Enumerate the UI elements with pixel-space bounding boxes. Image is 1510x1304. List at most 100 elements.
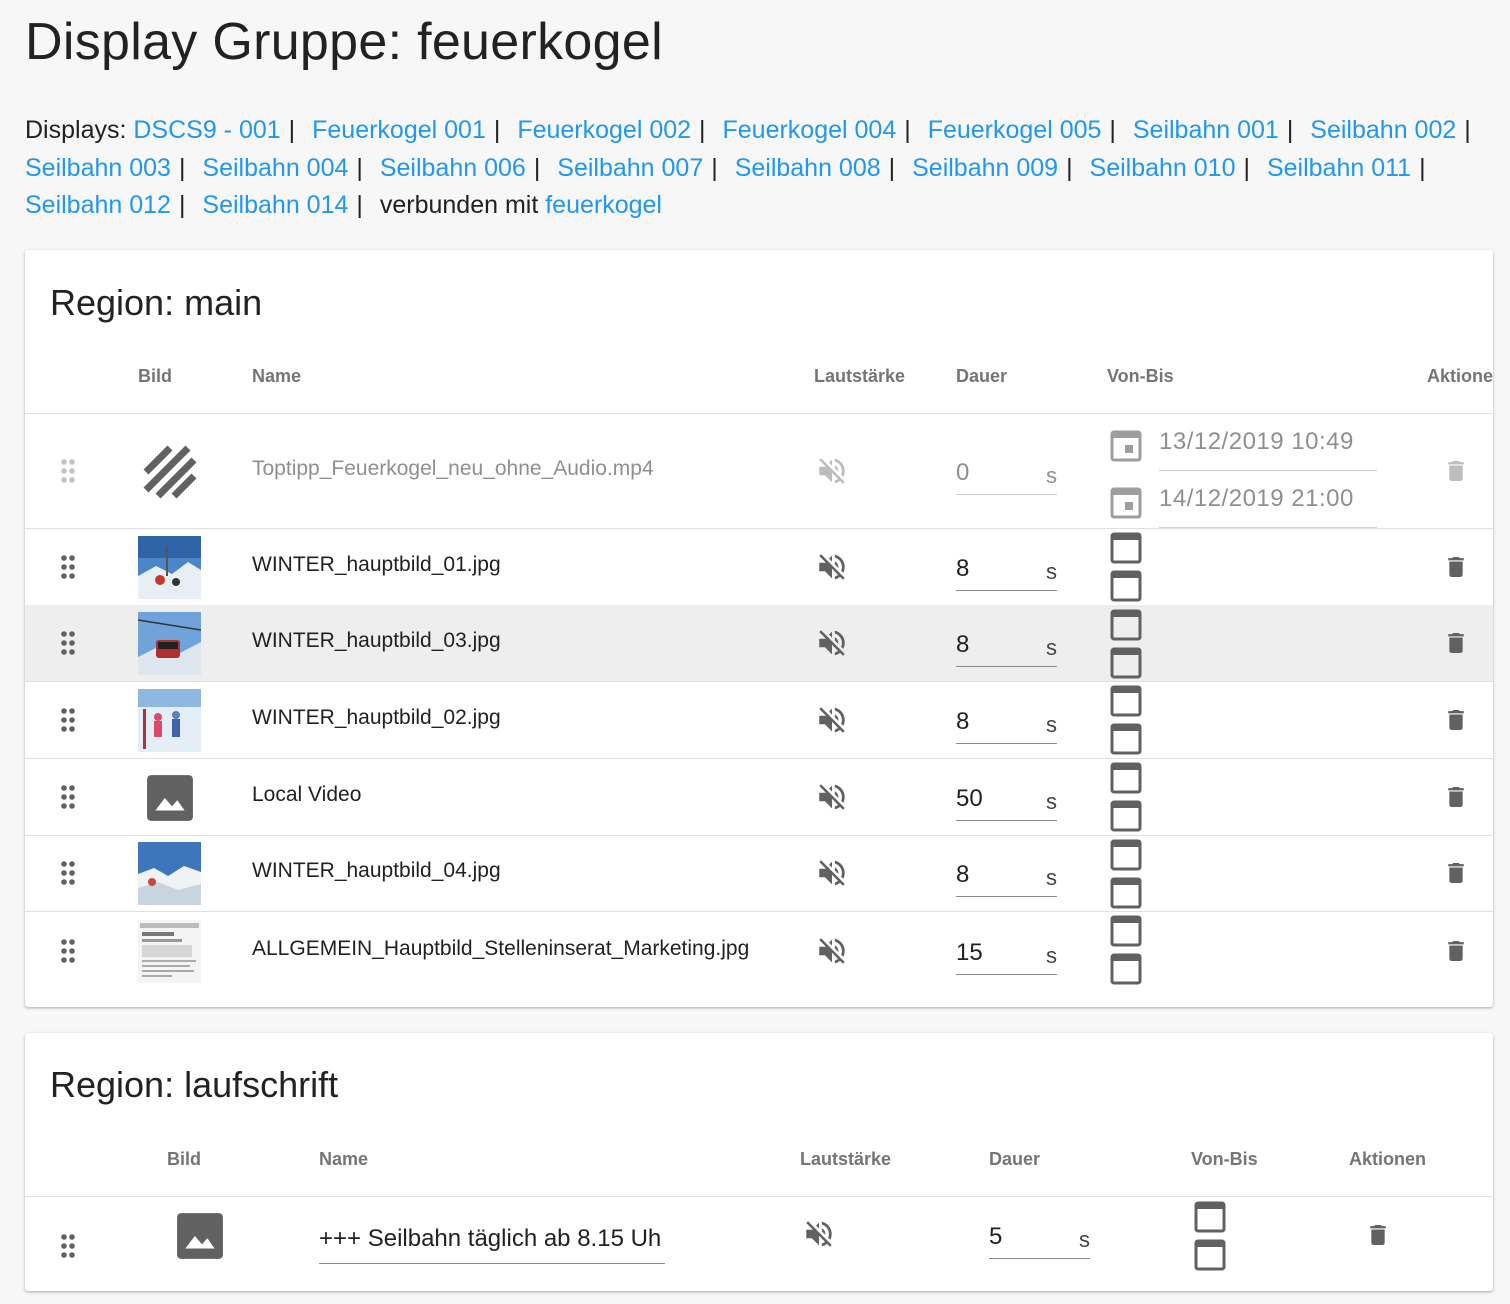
to-date-field[interactable]: 14/12/2019 21:00 <box>1159 485 1377 528</box>
delete-icon[interactable] <box>1370 1225 1386 1245</box>
separator: | <box>1464 116 1471 144</box>
table-row: +++ Seilbahn täglich ab 8.15 Uh 5 s <box>25 1197 1493 1291</box>
separator: | <box>178 153 186 182</box>
calendar-from-icon[interactable] <box>1110 428 1142 462</box>
calendar-to-icon[interactable] <box>1110 645 1142 679</box>
name-input[interactable]: +++ Seilbahn täglich ab 8.15 Uh <box>319 1219 665 1264</box>
duration-field[interactable]: 50 s <box>956 781 1057 821</box>
volume-off-icon[interactable] <box>802 1217 836 1251</box>
separator: | <box>178 191 186 219</box>
display-link[interactable]: Seilbahn 011 <box>1267 154 1411 182</box>
calendar-from-icon[interactable] <box>1110 683 1142 717</box>
media-name: Local Video <box>252 783 362 806</box>
separator: | <box>711 153 718 182</box>
striped-disabled-icon <box>138 440 201 503</box>
display-link[interactable]: Seilbahn 008 <box>735 154 881 182</box>
separator: | <box>1109 116 1116 144</box>
volume-off-icon[interactable] <box>815 934 849 968</box>
delete-icon[interactable] <box>1448 941 1464 961</box>
display-link[interactable]: Seilbahn 014 <box>202 191 348 219</box>
col-header-name: Name <box>252 366 302 386</box>
delete-icon[interactable] <box>1448 633 1464 653</box>
duration-value: 8 <box>956 861 970 888</box>
drag-handle-icon[interactable] <box>60 630 76 656</box>
separator: | <box>533 153 541 182</box>
delete-icon[interactable] <box>1448 710 1464 730</box>
drag-handle-icon[interactable] <box>60 784 76 810</box>
display-link[interactable]: Seilbahn 010 <box>1090 154 1236 182</box>
delete-icon[interactable] <box>1448 863 1464 883</box>
display-link[interactable]: Seilbahn 009 <box>912 154 1058 182</box>
display-link[interactable]: Feuerkogel 001 <box>312 116 486 144</box>
display-link[interactable]: Seilbahn 003 <box>25 154 171 182</box>
duration-unit: s <box>1046 943 1057 968</box>
volume-off-icon[interactable] <box>815 856 849 890</box>
table-row: Local Video 50 s <box>25 758 1493 835</box>
calendar-to-icon[interactable] <box>1110 798 1142 832</box>
display-link[interactable]: Feuerkogel 004 <box>723 116 897 144</box>
display-link[interactable]: Seilbahn 012 <box>25 191 171 219</box>
separator: | <box>356 153 363 182</box>
calendar-from-icon[interactable] <box>1110 760 1142 794</box>
photo-thumbnail <box>138 842 201 905</box>
col-header-vonbis: Von-Bis <box>1191 1149 1258 1169</box>
calendar-to-icon[interactable] <box>1110 568 1142 602</box>
display-link[interactable]: Seilbahn 004 <box>202 154 348 182</box>
duration-field[interactable]: 8s <box>956 704 1057 744</box>
calendar-to-icon[interactable] <box>1110 485 1142 519</box>
drag-handle-icon[interactable] <box>60 458 76 484</box>
delete-icon[interactable] <box>1448 461 1464 481</box>
drag-handle-icon[interactable] <box>60 1233 76 1259</box>
col-header-bild: Bild <box>138 366 172 386</box>
display-link[interactable]: DSCS9 - 001 <box>133 116 280 144</box>
duration-unit: s <box>1046 789 1057 814</box>
display-link[interactable]: Feuerkogel 005 <box>928 116 1102 144</box>
duration-unit: s <box>1046 559 1057 584</box>
calendar-from-icon[interactable] <box>1110 530 1142 564</box>
connected-group-link[interactable]: feuerkogel <box>545 191 662 219</box>
table-row: WINTER_hauptbild_01.jpg 8 s <box>25 528 1493 605</box>
page-title: Display Gruppe: feuerkogel <box>25 13 663 71</box>
col-header-vonbis: Von-Bis <box>1107 366 1174 386</box>
delete-icon[interactable] <box>1448 787 1464 807</box>
volume-off-icon[interactable] <box>815 703 849 737</box>
volume-off-icon[interactable] <box>815 550 849 584</box>
region-card-laufschrift: Region: laufschrift Bild Name Lautstärke… <box>25 1033 1493 1291</box>
separator: | <box>904 116 911 144</box>
display-link[interactable]: Seilbahn 001 <box>1133 116 1279 144</box>
volume-off-icon[interactable] <box>815 626 849 660</box>
display-link[interactable]: Seilbahn 006 <box>380 154 526 182</box>
duration-field[interactable]: 8s <box>956 627 1057 667</box>
duration-field[interactable]: 5 s <box>989 1219 1090 1259</box>
col-header-aktionen: Aktionen <box>1349 1149 1427 1169</box>
duration-field[interactable]: 8s <box>956 857 1057 897</box>
calendar-to-icon[interactable] <box>1110 721 1142 755</box>
delete-icon[interactable] <box>1448 557 1464 577</box>
drag-handle-icon[interactable] <box>60 938 76 964</box>
photo-thumbnail <box>138 612 201 675</box>
duration-field[interactable]: 0s <box>956 455 1057 495</box>
display-link[interactable]: Seilbahn 007 <box>557 154 703 182</box>
duration-value: 15 <box>956 939 983 966</box>
duration-field[interactable]: 8s <box>956 551 1057 591</box>
drag-handle-icon[interactable] <box>60 860 76 886</box>
calendar-to-icon[interactable] <box>1110 875 1142 909</box>
display-link[interactable]: Seilbahn 002 <box>1310 116 1456 144</box>
calendar-from-icon[interactable] <box>1110 607 1142 641</box>
volume-off-icon[interactable] <box>815 454 849 488</box>
drag-handle-icon[interactable] <box>60 554 76 580</box>
display-link[interactable]: Feuerkogel 002 <box>517 116 691 144</box>
calendar-from-icon[interactable] <box>1194 1199 1226 1233</box>
calendar-from-icon[interactable] <box>1110 837 1142 871</box>
col-header-bild: Bild <box>167 1149 201 1169</box>
drag-handle-icon[interactable] <box>60 707 76 733</box>
calendar-from-icon[interactable] <box>1110 913 1142 947</box>
from-date-field[interactable]: 13/12/2019 10:49 <box>1159 428 1377 471</box>
duration-value: 8 <box>956 708 970 735</box>
media-name: WINTER_hauptbild_01.jpg <box>252 553 501 576</box>
duration-field[interactable]: 15 s <box>956 935 1057 975</box>
calendar-to-icon[interactable] <box>1194 1237 1226 1271</box>
col-header-lautstaerke: Lautstärke <box>800 1149 892 1169</box>
volume-off-icon[interactable] <box>815 780 849 814</box>
calendar-to-icon[interactable] <box>1110 951 1142 985</box>
